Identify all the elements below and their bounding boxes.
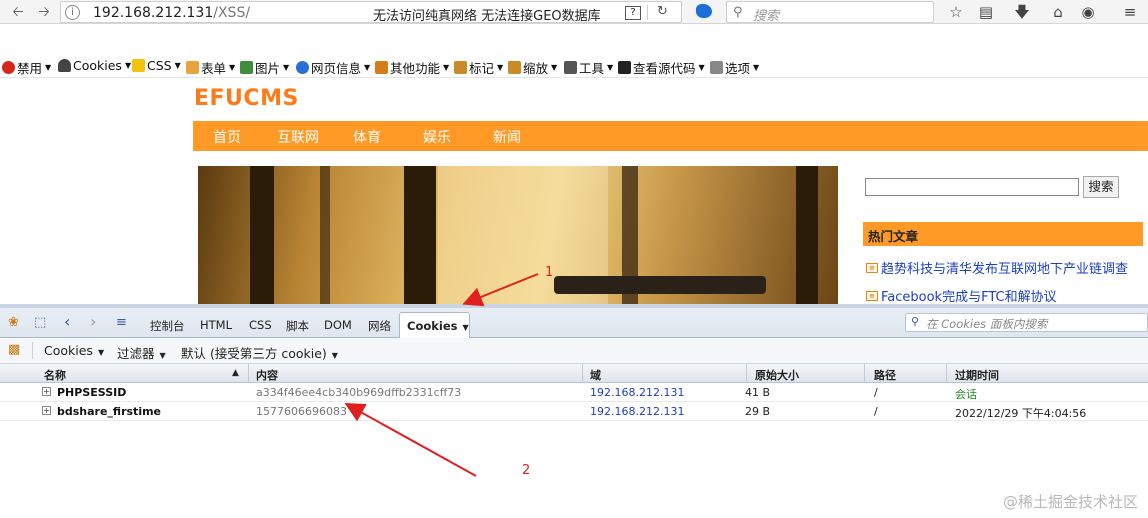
annotation-arrow-2 bbox=[344, 403, 477, 477]
annotation-arrow-1 bbox=[462, 273, 539, 307]
annotation-label-2: 2 bbox=[522, 463, 531, 478]
watermark: @稀土掘金技术社区 bbox=[1002, 493, 1138, 511]
annotation-overlay bbox=[344, 273, 539, 477]
annotation-label-1: 1 bbox=[545, 265, 554, 280]
